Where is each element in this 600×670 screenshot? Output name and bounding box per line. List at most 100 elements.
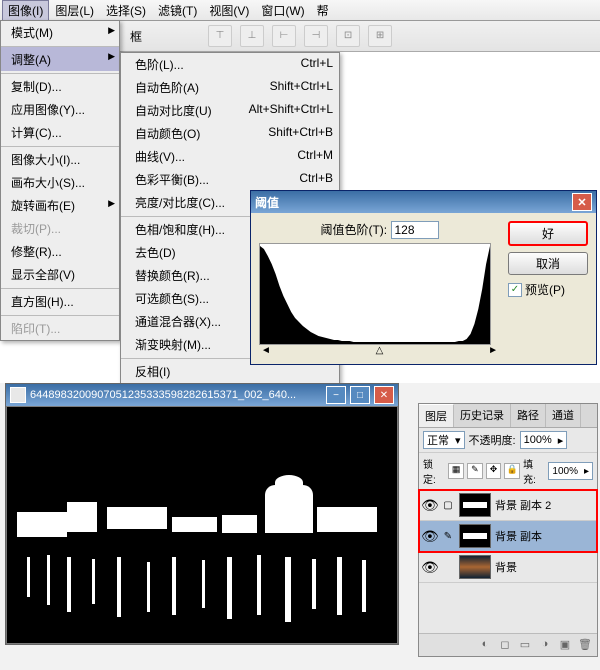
submenu-item[interactable]: 色阶(L)...Ctrl+L xyxy=(121,53,339,76)
layers-bottom-toolbar: ◐ ◻ ▭ ◑ ▣ 🗑 xyxy=(419,633,597,656)
tab-history[interactable]: 历史记录 xyxy=(454,404,511,427)
align-icon-6[interactable]: ⊞ xyxy=(368,25,392,47)
lock-paint-icon[interactable]: ✎ xyxy=(467,463,483,479)
arrow-icon: ▶ xyxy=(108,51,115,62)
fill-label: 填充: xyxy=(523,456,545,486)
preview-checkbox[interactable]: ✓ 预览(P) xyxy=(508,281,588,298)
menu-filter[interactable]: 滤镜(T) xyxy=(152,0,203,21)
visibility-icon[interactable]: 👁 xyxy=(421,528,437,545)
new-layer-icon[interactable]: ▣ xyxy=(557,638,573,652)
chevron-right-icon: ▸ xyxy=(584,466,589,477)
layer-thumb xyxy=(459,493,491,517)
layer-name: 背景 副本 xyxy=(495,528,542,544)
brush-icon[interactable]: ✎ xyxy=(441,531,455,542)
menu-histogram[interactable]: 直方图(H)... xyxy=(1,288,119,313)
menu-select[interactable]: 选择(S) xyxy=(100,0,152,21)
menu-view[interactable]: 视图(V) xyxy=(203,0,255,21)
lock-move-icon[interactable]: ✥ xyxy=(486,463,502,479)
menu-duplicate[interactable]: 复制(D)... xyxy=(1,73,119,98)
arrow-icon: ▶ xyxy=(108,25,115,36)
dialog-title: 阈值 xyxy=(255,194,279,211)
menu-image-size[interactable]: 图像大小(I)... xyxy=(1,146,119,171)
menu-reveal-all[interactable]: 显示全部(V) xyxy=(1,263,119,286)
align-icon-1[interactable]: ⊤ xyxy=(208,25,232,47)
dialog-titlebar[interactable]: 阈值 ✕ xyxy=(251,191,596,213)
image-menu-dropdown: 模式(M)▶ 调整(A)▶ 复制(D)... 应用图像(Y)... 计算(C).… xyxy=(0,20,120,341)
submenu-item[interactable]: 曲线(V)...Ctrl+M xyxy=(121,145,339,168)
align-icon-3[interactable]: ⊢ xyxy=(272,25,296,47)
arrow-icon: ▶ xyxy=(108,198,115,209)
opacity-label: 不透明度: xyxy=(469,432,516,448)
submenu-item[interactable]: 自动对比度(U)Alt+Shift+Ctrl+L xyxy=(121,99,339,122)
opacity-field[interactable]: 100%▸ xyxy=(520,431,568,449)
menu-window[interactable]: 窗口(W) xyxy=(255,0,310,21)
tab-paths[interactable]: 路径 xyxy=(511,404,546,427)
visibility-icon[interactable]: 👁 xyxy=(421,497,437,514)
submenu-item[interactable]: 自动色阶(A)Shift+Ctrl+L xyxy=(121,76,339,99)
layer-list: 👁 ▢ 背景 副本 2 👁 ✎ 背景 副本 xyxy=(419,490,597,552)
menu-image[interactable]: 图像(I) xyxy=(2,0,49,21)
slider-right-icon[interactable]: ► xyxy=(488,345,498,356)
lock-label: 锁定: xyxy=(423,456,445,486)
check-icon: ✓ xyxy=(508,283,522,297)
chevron-right-icon: ▸ xyxy=(558,434,564,447)
menu-trap: 陷印(T)... xyxy=(1,315,119,340)
lock-all-icon[interactable]: 🔒 xyxy=(504,463,520,479)
fx-icon[interactable]: ◐ xyxy=(477,638,493,652)
image-window-title: 6448983200907051235333598282615371_002_6… xyxy=(30,389,322,401)
folder-icon[interactable]: ▭ xyxy=(517,638,533,652)
histogram-chart xyxy=(259,243,491,345)
menu-calculations[interactable]: 计算(C)... xyxy=(1,121,119,144)
menu-help[interactable]: 帮 xyxy=(311,0,335,21)
maximize-button[interactable]: □ xyxy=(350,386,370,404)
blend-mode-select[interactable]: 正常▾ xyxy=(423,431,465,449)
adjustment-layer-icon[interactable]: ◑ xyxy=(537,638,553,652)
menu-adjustments[interactable]: 调整(A)▶ xyxy=(1,46,119,71)
trash-icon[interactable]: 🗑 xyxy=(577,638,593,652)
threshold-level-label: 阈值色阶(T): xyxy=(320,223,387,237)
layer-row[interactable]: 👁 ✎ 背景 副本 xyxy=(419,521,597,552)
lower-workspace: 6448983200907051235333598282615371_002_6… xyxy=(0,383,600,670)
tab-channels[interactable]: 通道 xyxy=(546,404,581,427)
chevron-down-icon: ▾ xyxy=(455,434,461,447)
cancel-button[interactable]: 取消 xyxy=(508,252,588,275)
layer-name: 背景 xyxy=(495,559,517,575)
layer-thumb xyxy=(459,524,491,548)
menu-trim[interactable]: 修整(R)... xyxy=(1,240,119,263)
layer-row[interactable]: 👁 ▢ 背景 副本 2 xyxy=(419,490,597,521)
layers-panel: 图层 历史记录 路径 通道 正常▾ 不透明度: 100%▸ 锁定: ▦ ✎ ✥ … xyxy=(418,403,598,657)
minimize-button[interactable]: − xyxy=(326,386,346,404)
submenu-item[interactable]: 色彩平衡(B)...Ctrl+B xyxy=(121,168,339,191)
fill-field[interactable]: 100%▸ xyxy=(548,462,593,480)
menu-canvas-size[interactable]: 画布大小(S)... xyxy=(1,171,119,194)
image-window: 6448983200907051235333598282615371_002_6… xyxy=(5,383,399,645)
link-icon[interactable]: ▢ xyxy=(441,500,455,511)
slider-mid-icon[interactable]: △ xyxy=(376,345,384,356)
menu-apply-image[interactable]: 应用图像(Y)... xyxy=(1,98,119,121)
image-window-titlebar[interactable]: 6448983200907051235333598282615371_002_6… xyxy=(6,384,398,406)
menu-mode[interactable]: 模式(M)▶ xyxy=(1,21,119,44)
menu-crop: 裁切(P)... xyxy=(1,217,119,240)
slider-left-icon[interactable]: ◄ xyxy=(261,345,271,356)
ok-button[interactable]: 好 xyxy=(508,221,588,246)
visibility-icon[interactable]: 👁 xyxy=(421,559,437,576)
align-icon-4[interactable]: ⊣ xyxy=(304,25,328,47)
close-button[interactable]: ✕ xyxy=(572,193,592,211)
menu-rotate-canvas[interactable]: 旋转画布(E)▶ xyxy=(1,194,119,217)
lock-transparency-icon[interactable]: ▦ xyxy=(448,463,464,479)
image-canvas xyxy=(7,407,397,643)
menu-layer[interactable]: 图层(L) xyxy=(49,0,100,21)
tab-layers[interactable]: 图层 xyxy=(419,404,454,427)
submenu-item[interactable]: 自动颜色(O)Shift+Ctrl+B xyxy=(121,122,339,145)
close-button[interactable]: ✕ xyxy=(374,386,394,404)
layer-thumb xyxy=(459,555,491,579)
panel-tabs: 图层 历史记录 路径 通道 xyxy=(419,404,597,428)
align-icon-5[interactable]: ⊡ xyxy=(336,25,360,47)
threshold-level-input[interactable] xyxy=(391,221,439,239)
threshold-dialog: 阈值 ✕ 阈值色阶(T): ◄ △ ► 好 取消 ✓ 预览(P) xyxy=(250,190,597,365)
mask-icon[interactable]: ◻ xyxy=(497,638,513,652)
layer-row[interactable]: 👁 背景 xyxy=(419,552,597,583)
align-icon-2[interactable]: ⊥ xyxy=(240,25,264,47)
doc-icon xyxy=(10,387,26,403)
frame-label: 框 xyxy=(130,28,142,45)
